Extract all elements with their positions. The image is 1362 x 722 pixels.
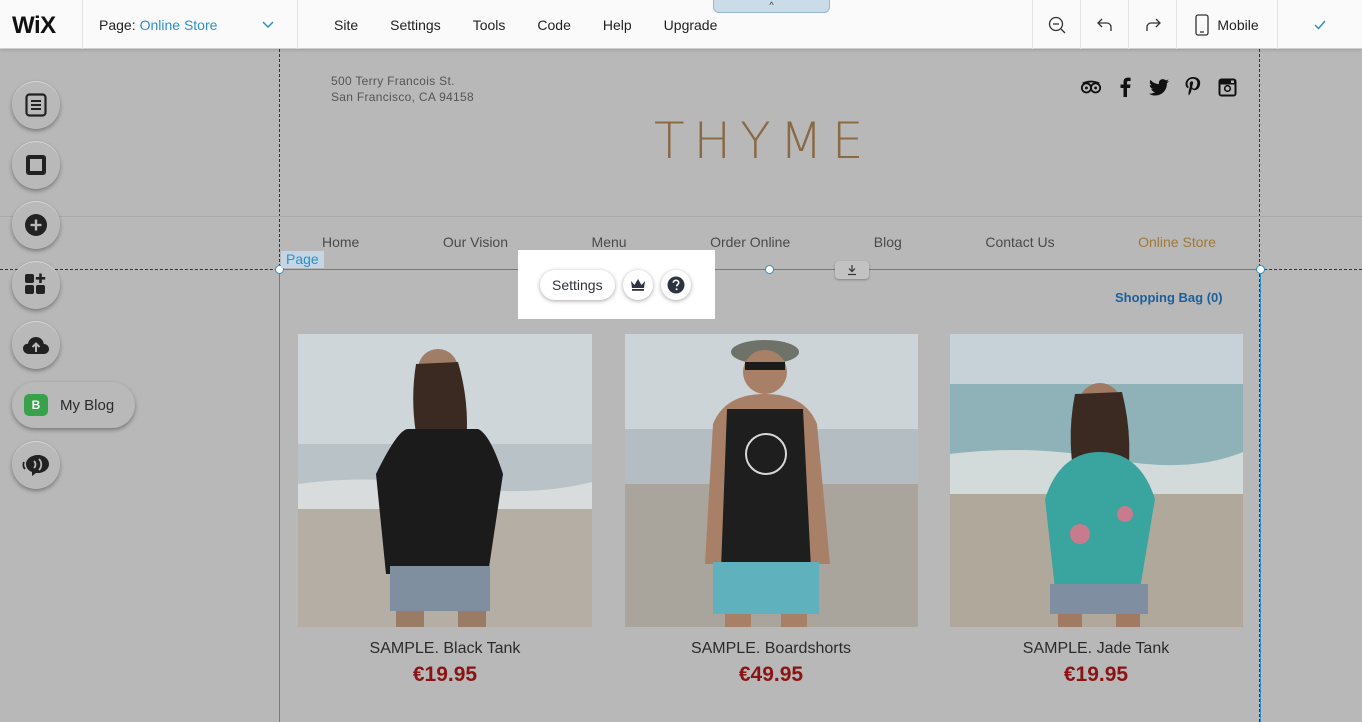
- resize-handle-center[interactable]: [765, 265, 774, 274]
- top-bar-tools: Mobile: [1032, 0, 1362, 49]
- upload-button[interactable]: [12, 321, 60, 369]
- add-element-button[interactable]: [12, 201, 60, 249]
- pinterest-icon[interactable]: [1182, 76, 1204, 98]
- help-button[interactable]: [660, 269, 691, 300]
- facebook-icon[interactable]: [1114, 76, 1136, 98]
- address-line-2: San Francisco, CA 94158: [331, 90, 474, 104]
- mobile-view-label: Mobile: [1217, 16, 1259, 33]
- product-photo[interactable]: [298, 334, 592, 627]
- add-icon: [25, 214, 47, 236]
- resize-handle-right[interactable]: [1256, 265, 1265, 274]
- anchor-down-button[interactable]: [835, 261, 869, 279]
- background-icon: [26, 155, 46, 175]
- nav-contact-us[interactable]: Contact Us: [985, 234, 1054, 250]
- chat-bubble-icon: [22, 455, 49, 476]
- product-card[interactable]: SAMPLE. Black Tank €19.95: [298, 334, 592, 687]
- desktop-view-check-button[interactable]: [1278, 0, 1362, 49]
- undo-icon: [1096, 18, 1112, 31]
- menu-help[interactable]: Help: [587, 17, 648, 33]
- crown-icon: [630, 279, 645, 291]
- mobile-phone-icon: [1195, 13, 1210, 36]
- nav-our-vision[interactable]: Our Vision: [443, 234, 508, 250]
- page-selector-prefix: Page:: [99, 16, 136, 33]
- redo-icon: [1145, 18, 1161, 31]
- chevron-down-icon: [262, 21, 274, 29]
- pages-icon: [25, 93, 47, 117]
- redo-button[interactable]: [1128, 0, 1176, 49]
- question-circle-icon: [667, 276, 685, 293]
- component-settings-button[interactable]: Settings: [540, 269, 615, 300]
- shopping-bag-link[interactable]: Shopping Bag (0): [1115, 290, 1223, 305]
- product-price: €19.95: [1063, 663, 1129, 686]
- menu-code[interactable]: Code: [521, 17, 586, 33]
- wix-logo[interactable]: WiX: [12, 12, 56, 40]
- my-blog-label: My Blog: [60, 396, 115, 414]
- nav-home[interactable]: Home: [322, 234, 359, 250]
- my-blog-app-button[interactable]: B My Blog: [12, 382, 135, 428]
- blog-badge-icon: B: [24, 394, 48, 416]
- editor-top-bar: WiX Page: Online Store Site Settings Too…: [0, 0, 1362, 49]
- checkmark-icon: [1314, 20, 1326, 30]
- product-name: SAMPLE. Boardshorts: [690, 640, 852, 657]
- site-brand-title[interactable]: THYME: [654, 112, 872, 170]
- twitter-icon[interactable]: [1148, 76, 1170, 98]
- page-selector[interactable]: Page: Online Store: [82, 0, 298, 49]
- nav-order-online[interactable]: Order Online: [710, 234, 790, 250]
- product-price: €49.95: [738, 663, 804, 686]
- mobile-view-button[interactable]: Mobile: [1176, 0, 1278, 49]
- product-name: SAMPLE. Jade Tank: [1022, 640, 1170, 657]
- site-navigation: Home Our Vision Menu Order Online Blog C…: [284, 234, 1254, 250]
- nav-blog[interactable]: Blog: [874, 234, 902, 250]
- zoom-out-icon: [1048, 16, 1065, 33]
- product-price: €19.95: [412, 663, 478, 686]
- app-market-button[interactable]: [12, 261, 60, 309]
- nav-menu[interactable]: Menu: [592, 234, 627, 250]
- main-menu: Site Settings Tools Code Help Upgrade: [318, 0, 733, 49]
- premium-button[interactable]: [622, 269, 653, 300]
- background-button[interactable]: [12, 141, 60, 189]
- page-label-tag: Page: [281, 251, 324, 268]
- instagram-icon[interactable]: [1216, 76, 1238, 98]
- undo-button[interactable]: [1080, 0, 1128, 49]
- menu-tools[interactable]: Tools: [457, 17, 522, 33]
- zoom-out-button[interactable]: [1032, 0, 1080, 49]
- app-market-icon: [25, 273, 46, 294]
- menu-upgrade[interactable]: Upgrade: [648, 17, 734, 33]
- header-separator: [0, 216, 1362, 217]
- product-photo[interactable]: [949, 334, 1243, 627]
- product-photo[interactable]: [624, 334, 918, 627]
- menu-settings[interactable]: Settings: [374, 17, 457, 33]
- collapse-top-bar-handle[interactable]: ^: [713, 0, 830, 13]
- component-floating-toolbar: Settings: [518, 250, 715, 319]
- address-line-1: 500 Terry Francois St.: [331, 74, 455, 88]
- chat-button[interactable]: [12, 441, 60, 489]
- site-address[interactable]: 500 Terry Francois St. San Francisco, CA…: [331, 73, 474, 105]
- product-name: SAMPLE. Black Tank: [369, 640, 521, 657]
- download-arrow-icon: [848, 265, 856, 276]
- social-bar: [1080, 76, 1238, 98]
- nav-online-store[interactable]: Online Store: [1138, 234, 1216, 250]
- pages-menu-button[interactable]: [12, 81, 60, 129]
- product-card[interactable]: SAMPLE. Jade Tank €19.95: [949, 334, 1243, 687]
- tripadvisor-icon[interactable]: [1080, 76, 1102, 98]
- product-card[interactable]: SAMPLE. Boardshorts €49.95: [624, 334, 918, 687]
- upload-cloud-icon: [23, 337, 49, 354]
- menu-site[interactable]: Site: [318, 17, 374, 33]
- page-selector-current: Online Store: [139, 16, 218, 33]
